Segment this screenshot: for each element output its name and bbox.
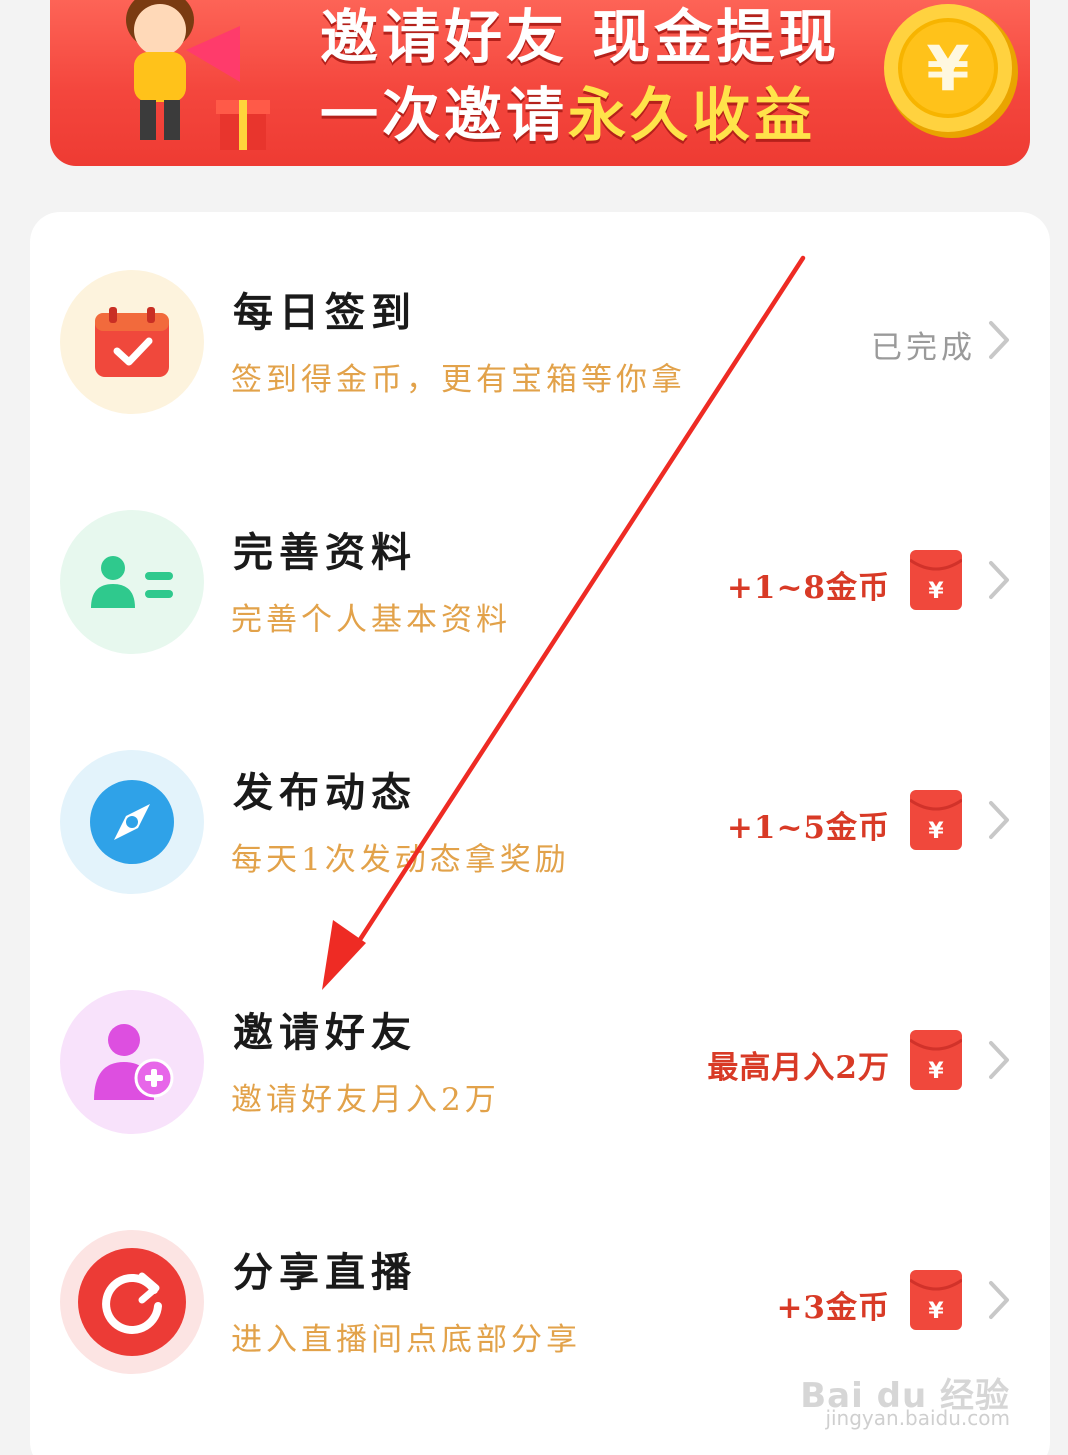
task-description: 每天1次发动态拿奖励 xyxy=(231,842,570,878)
watermark-url: jingyan.baidu.com xyxy=(825,1406,1010,1430)
chevron-right-icon xyxy=(989,561,1009,599)
envelope-symbol: ¥ xyxy=(928,819,944,844)
task-reward: +3金币 xyxy=(776,1290,890,1326)
task-title: 发布动态 xyxy=(233,769,417,816)
calendar-check-icon xyxy=(60,270,204,414)
task-title: 完善资料 xyxy=(233,529,417,576)
share-refresh-icon xyxy=(60,1230,204,1374)
red-envelope-icon: ¥ xyxy=(910,790,962,850)
task-item-post-update[interactable]: 发布动态 每天1次发动态拿奖励 +1~5金币 ¥ xyxy=(30,750,1050,950)
banner-subline-highlight: 永久收益 xyxy=(568,81,817,149)
task-description: 进入直播间点底部分享 xyxy=(231,1322,581,1358)
invite-banner[interactable]: 邀请好友 现金提现 一次邀请永久收益 ¥ xyxy=(50,0,1030,166)
red-envelope-icon: ¥ xyxy=(910,550,962,610)
profile-card-icon xyxy=(60,510,204,654)
task-center-page: 邀请好友 现金提现 一次邀请永久收益 ¥ 每日签到 签到得金币，更有宝箱等你拿 … xyxy=(0,0,1068,1455)
add-friend-icon xyxy=(60,990,204,1134)
chevron-right-icon xyxy=(989,321,1009,359)
gold-coin-icon: ¥ xyxy=(882,0,1022,140)
task-list-card: 每日签到 签到得金币，更有宝箱等你拿 已完成 完善资料 完善个人基本资料 +1~… xyxy=(30,212,1050,1455)
task-description: 签到得金币，更有宝箱等你拿 xyxy=(231,362,686,398)
task-item-invite-friends[interactable]: 邀请好友 邀请好友月入2万 最高月入2万 ¥ xyxy=(30,990,1050,1190)
task-title: 分享直播 xyxy=(233,1249,417,1296)
task-reward: +1~8金币 xyxy=(726,570,890,606)
chevron-right-icon xyxy=(989,1281,1009,1319)
banner-headline: 邀请好友 现金提现 xyxy=(320,3,841,71)
red-envelope-icon: ¥ xyxy=(910,1270,962,1330)
task-reward: +1~5金币 xyxy=(726,810,890,846)
task-status-completed: 已完成 xyxy=(871,330,976,366)
task-description: 邀请好友月入2万 xyxy=(231,1082,500,1118)
task-title: 邀请好友 xyxy=(233,1009,417,1056)
chevron-right-icon xyxy=(989,1041,1009,1079)
banner-subline: 一次邀请永久收益 xyxy=(320,68,816,152)
envelope-symbol: ¥ xyxy=(928,1299,944,1324)
task-title: 每日签到 xyxy=(233,289,417,336)
task-item-daily-checkin[interactable]: 每日签到 签到得金币，更有宝箱等你拿 已完成 xyxy=(30,270,1050,470)
envelope-symbol: ¥ xyxy=(928,579,944,604)
banner-subline-part1: 一次邀请 xyxy=(320,81,569,149)
task-item-complete-profile[interactable]: 完善资料 完善个人基本资料 +1~8金币 ¥ xyxy=(30,510,1050,710)
red-envelope-icon: ¥ xyxy=(910,1030,962,1090)
mascot-girl-megaphone-icon xyxy=(126,0,270,150)
envelope-symbol: ¥ xyxy=(928,1059,944,1084)
coin-symbol: ¥ xyxy=(926,32,969,105)
compass-icon xyxy=(60,750,204,894)
task-reward: 最高月入2万 xyxy=(707,1050,890,1086)
task-description: 完善个人基本资料 xyxy=(231,602,511,638)
chevron-right-icon xyxy=(989,801,1009,839)
